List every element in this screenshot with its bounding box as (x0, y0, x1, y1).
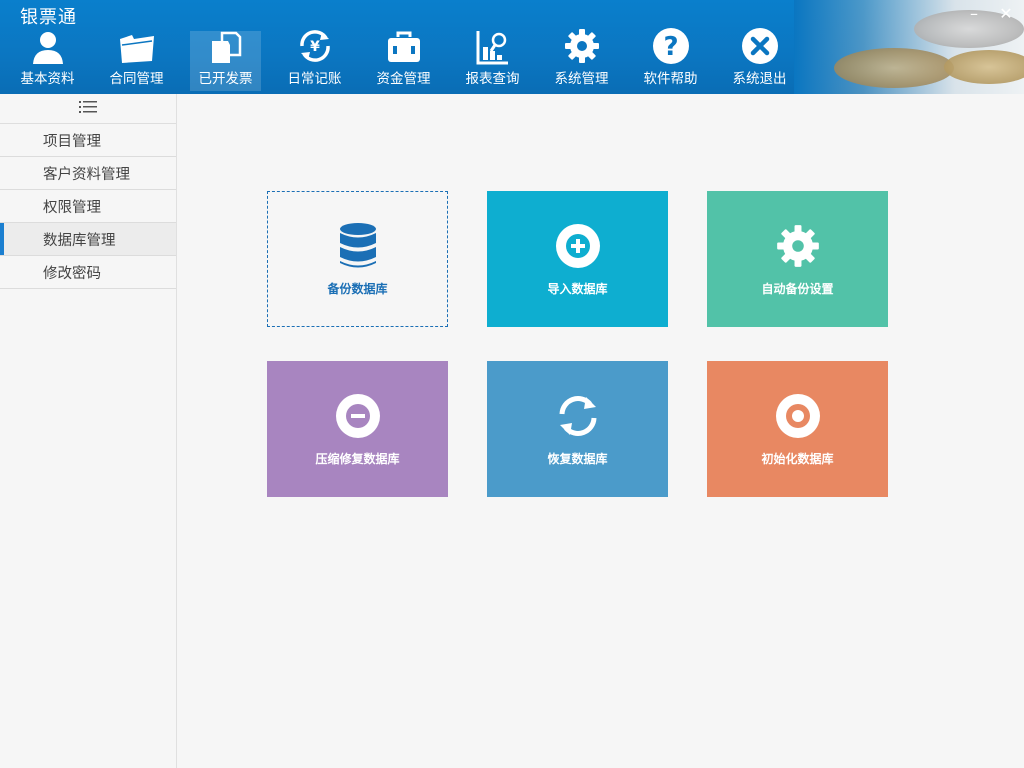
tile-label: 初始化数据库 (761, 451, 834, 466)
help-icon: ? (651, 27, 691, 65)
nav-invoices[interactable]: 已开发票 (190, 31, 261, 91)
user-icon (28, 29, 68, 65)
sidebar-item-label: 权限管理 (43, 199, 101, 216)
sidebar-item-database-management[interactable]: 数据库管理 (0, 223, 176, 256)
nav-basic-info[interactable]: 基本资料 (3, 31, 92, 91)
svg-text:?: ? (663, 32, 678, 62)
refresh-icon (554, 392, 602, 440)
nav-system-management[interactable]: 系统管理 (537, 29, 626, 91)
list-icon (79, 99, 97, 118)
app-title: 银票通 (20, 7, 77, 28)
sidebar-item-change-password[interactable]: 修改密码 (0, 256, 176, 289)
tile-label: 恢复数据库 (547, 451, 608, 466)
sidebar-item-customer-management[interactable]: 客户资料管理 (0, 157, 176, 190)
minus-circle-icon (334, 392, 382, 440)
nav-label: 系统管理 (554, 71, 609, 87)
close-window-button[interactable]: ✕ (996, 4, 1016, 24)
nav-contract[interactable]: 合同管理 (92, 31, 181, 91)
nav-fund-management[interactable]: 资金管理 (359, 31, 448, 91)
database-icon (334, 222, 382, 270)
initialize-database-tile[interactable]: 初始化数据库 (707, 361, 888, 497)
coins-banner-image (794, 0, 1024, 94)
gear-icon (774, 222, 822, 270)
nav-label: 合同管理 (109, 71, 164, 87)
ring-icon (774, 392, 822, 440)
exit-icon (740, 27, 780, 65)
tile-label: 备份数据库 (327, 281, 388, 296)
restore-database-tile[interactable]: 恢复数据库 (487, 361, 668, 497)
chart-search-icon (473, 29, 513, 65)
currency-refresh-icon: ¥ (295, 27, 335, 65)
import-database-tile[interactable]: 导入数据库 (487, 191, 668, 327)
sidebar-item-label: 项目管理 (43, 133, 101, 150)
nav-label: 资金管理 (376, 71, 431, 87)
compact-repair-database-tile[interactable]: 压缩修复数据库 (267, 361, 448, 497)
backup-database-tile[interactable]: 备份数据库 (267, 191, 448, 327)
nav-label: 已开发票 (198, 71, 253, 87)
plus-circle-icon (554, 222, 602, 270)
documents-icon (206, 31, 246, 65)
tile-label: 压缩修复数据库 (315, 451, 400, 466)
nav-report-query[interactable]: 报表查询 (448, 31, 537, 91)
nav-software-help[interactable]: ? 软件帮助 (626, 28, 715, 91)
nav-system-exit[interactable]: 系统退出 (715, 28, 804, 91)
sidebar-item-permission-management[interactable]: 权限管理 (0, 190, 176, 223)
sidebar-toggle[interactable] (0, 94, 176, 124)
nav-label: 报表查询 (465, 71, 520, 87)
sidebar-item-label: 数据库管理 (43, 232, 116, 249)
svg-text:¥: ¥ (310, 39, 320, 55)
sidebar-item-project-management[interactable]: 项目管理 (0, 124, 176, 157)
folder-icon (117, 31, 157, 65)
nav-label: 系统退出 (732, 71, 787, 87)
nav-label: 日常记账 (287, 71, 342, 87)
gear-icon (562, 27, 602, 65)
title-bar: 银票通 – ✕ 基本资料 合同管理 已开发票 ¥ 日常记账 资金管理 报表查询 … (0, 0, 1024, 94)
nav-label: 软件帮助 (643, 71, 698, 87)
tile-label: 自动备份设置 (761, 281, 834, 296)
briefcase-icon (384, 29, 424, 65)
main-toolbar: 基本资料 合同管理 已开发票 ¥ 日常记账 资金管理 报表查询 系统管理 ? 软… (0, 28, 804, 94)
tile-label: 导入数据库 (547, 281, 608, 296)
minimize-button[interactable]: – (964, 4, 984, 24)
nav-label: 基本资料 (20, 71, 75, 87)
sidebar-item-label: 修改密码 (43, 265, 101, 282)
sidebar: 项目管理 客户资料管理 权限管理 数据库管理 修改密码 (0, 94, 177, 768)
auto-backup-settings-tile[interactable]: 自动备份设置 (707, 191, 888, 327)
sidebar-item-label: 客户资料管理 (43, 166, 130, 183)
nav-daily-accounting[interactable]: ¥ 日常记账 (270, 30, 359, 91)
